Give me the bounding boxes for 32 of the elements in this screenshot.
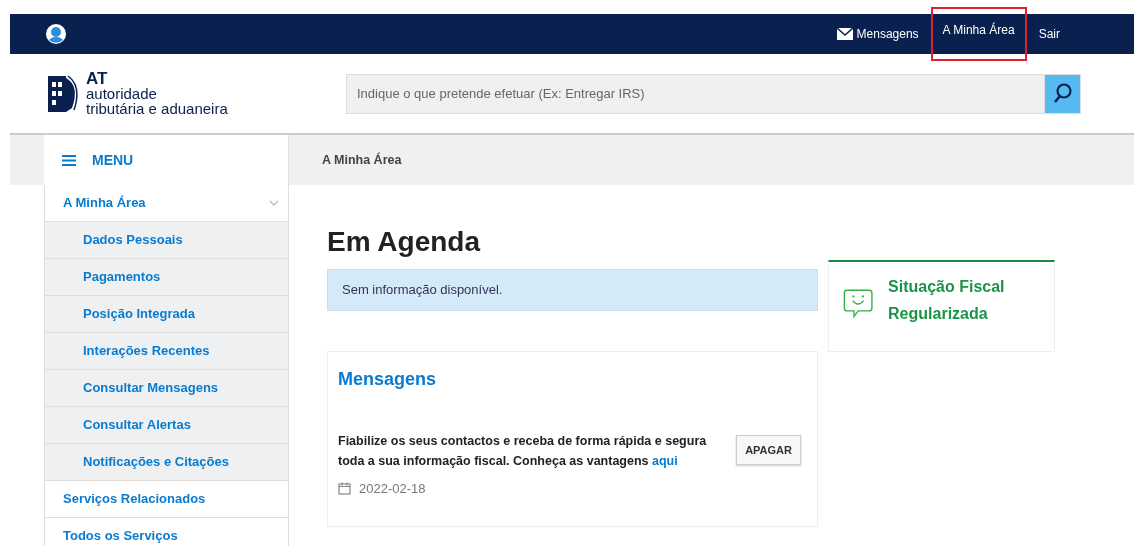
search-field[interactable]: Indique o que pretende efetuar (Ex: Entregar IRS) <box>346 73 1044 114</box>
sidebar-item[interactable]: Consultar Mensagens <box>45 370 288 407</box>
logo-text: AT <box>86 71 109 86</box>
sidebar-item[interactable]: Consultar Alertas <box>45 407 288 444</box>
date-text: 2022-02-18 <box>359 479 426 498</box>
status-text: Situação Fiscal Regularizada <box>888 277 1006 324</box>
menu-icon <box>62 154 76 166</box>
search-icon <box>1052 82 1073 105</box>
search-button[interactable] <box>1044 73 1081 114</box>
sidebar-item[interactable]: Serviços Relacionados <box>45 481 288 518</box>
sidebar-item[interactable]: Interações Recentes <box>45 333 288 370</box>
logo-text: autoridade <box>86 86 158 101</box>
message-text: Fiabilize os seus contactos e receba de forma rápida e segura toda a sua informação fiscal. Conheça as vantagens aqui <box>338 432 708 470</box>
nav-link[interactable]: Sair <box>1026 17 1072 51</box>
sidebar-item[interactable]: Dados Pessoais <box>45 222 288 259</box>
menu-button[interactable]: MENU <box>62 149 134 171</box>
link[interactable]: aqui <box>652 453 678 468</box>
calendar-icon <box>338 481 351 495</box>
sidebar-item[interactable]: Pagamentos <box>45 259 288 296</box>
card-title: Mensagens <box>338 367 438 391</box>
envelope-icon <box>836 28 853 40</box>
nav-link[interactable]: A Minha Área <box>930 7 1027 61</box>
nav-link[interactable]: Mensagens <box>824 17 931 51</box>
delete-button[interactable]: APAGAR <box>736 434 801 466</box>
notice-text: Sem informação disponível. <box>342 280 503 299</box>
sidebar-item[interactable]: Posição Integrada <box>45 296 288 333</box>
sidebar-item[interactable]: Todos os Serviços <box>45 518 288 546</box>
sidebar-item[interactable]: Notificações e Citações <box>45 444 288 481</box>
breadcrumb[interactable]: A Minha Área <box>322 150 402 170</box>
section-heading: Em Agenda <box>327 225 482 259</box>
user-avatar-icon[interactable] <box>46 24 66 44</box>
logo-text: tributária e aduaneira <box>86 101 228 116</box>
